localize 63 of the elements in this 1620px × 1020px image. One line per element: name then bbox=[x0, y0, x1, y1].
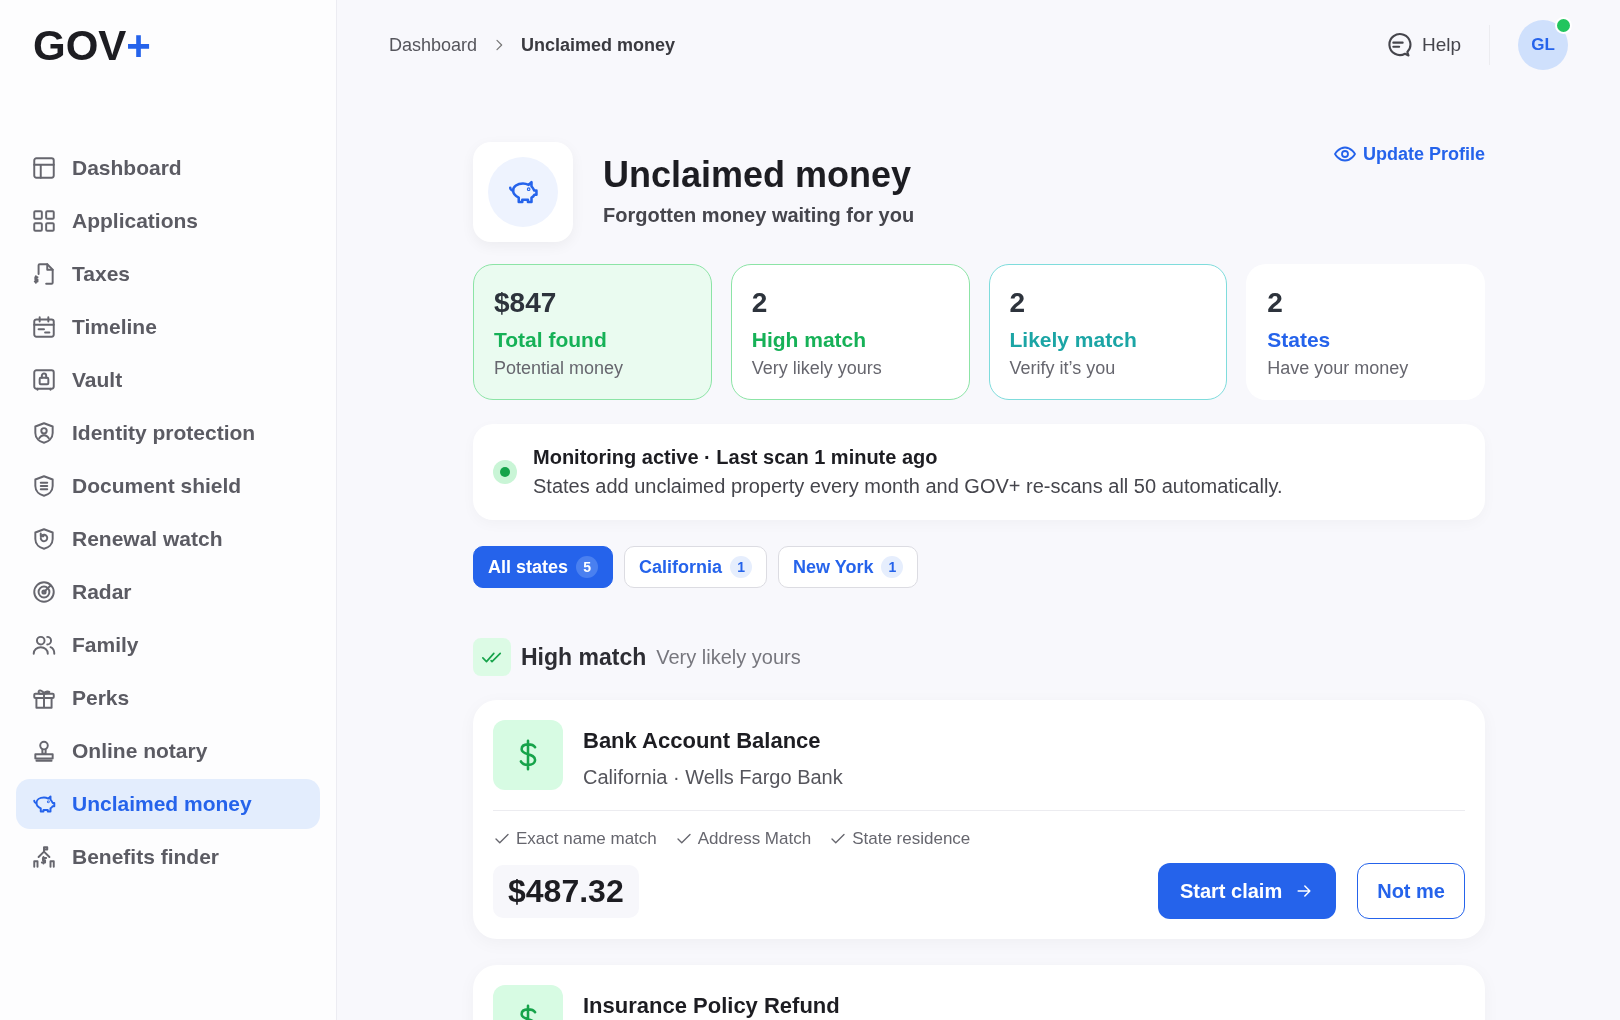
match-criterion: Address Match bbox=[697, 829, 812, 849]
double-check-icon bbox=[473, 638, 511, 676]
stat-value: 2 bbox=[1267, 287, 1284, 319]
section-title: High match bbox=[521, 643, 647, 671]
shield-user-icon bbox=[31, 420, 57, 446]
claim-amount: $487.32 bbox=[493, 864, 639, 918]
sidebar-item[interactable]: Perks bbox=[16, 673, 320, 723]
stat-caption: Very likely yours bbox=[751, 358, 883, 379]
start-claim-button[interactable]: Start claim bbox=[1157, 863, 1337, 919]
document-dollar-icon bbox=[31, 261, 57, 287]
match-criterion: State residence bbox=[852, 829, 971, 849]
stamp-icon bbox=[31, 738, 57, 764]
count-badge: 1 bbox=[730, 556, 753, 578]
grid-icon bbox=[31, 208, 57, 234]
shield-lines-icon bbox=[31, 473, 57, 499]
match-criterion: Exact name match bbox=[516, 829, 657, 849]
page-title: Unclaimed money bbox=[603, 154, 913, 196]
logo: GOV+ bbox=[33, 22, 151, 70]
sidebar-item[interactable]: Vault bbox=[16, 355, 320, 405]
page-subtitle: Forgotten money waiting for you bbox=[603, 204, 915, 227]
stat-label: Total found bbox=[494, 328, 608, 352]
stat-caption: Have your money bbox=[1267, 358, 1410, 379]
sidebar-item[interactable]: Taxes bbox=[16, 249, 320, 299]
sidebar-item[interactable]: Dashboard bbox=[16, 143, 320, 193]
help-button[interactable]: Help bbox=[1383, 31, 1461, 59]
sidebar-item[interactable]: Benefits finder bbox=[16, 832, 320, 882]
sidebar-item[interactable]: Identity protection bbox=[16, 408, 320, 458]
stat-caption: Verify it’s you bbox=[1009, 358, 1117, 379]
breadcrumb-link[interactable]: Dashboard bbox=[389, 34, 478, 56]
claim-meta: California · Wells Fargo Bank bbox=[583, 766, 843, 789]
calendar-icon bbox=[31, 314, 57, 340]
stat-value: $847 bbox=[494, 287, 558, 319]
section-caption: Very likely yours bbox=[656, 645, 801, 669]
sidebar-item[interactable]: Radar bbox=[16, 567, 320, 617]
sidebar-item[interactable]: Applications bbox=[16, 196, 320, 246]
stat-caption: Potential money bbox=[494, 358, 625, 379]
sidebar-item[interactable]: Timeline bbox=[16, 302, 320, 352]
filter-chip[interactable]: New York 1 bbox=[778, 546, 919, 588]
monitor-title: Monitoring active · Last scan 1 minute ago bbox=[533, 446, 939, 469]
layout-icon bbox=[31, 155, 57, 181]
claim-title: Bank Account Balance bbox=[583, 728, 822, 754]
sidebar-item[interactable]: Family bbox=[16, 620, 320, 670]
stat-value: 2 bbox=[751, 287, 769, 319]
stat-label: Likely match bbox=[1009, 328, 1138, 352]
claim-title: Insurance Policy Refund bbox=[583, 993, 840, 1019]
sidebar-item[interactable]: Document shield bbox=[16, 461, 320, 511]
radar-icon bbox=[31, 579, 57, 605]
sidebar-item[interactable]: Renewal watch bbox=[16, 514, 320, 564]
count-badge: 5 bbox=[576, 556, 599, 578]
update-profile-link[interactable]: Update Profile bbox=[1332, 142, 1485, 166]
sidebar-item[interactable]: Unclaimed money bbox=[16, 779, 320, 829]
sidebar-item[interactable]: Online notary bbox=[16, 726, 320, 776]
stat-value: 2 bbox=[1009, 287, 1027, 319]
shield-refresh-icon bbox=[31, 526, 57, 552]
monitor-text: States add unclaimed property every month and GOV+ re-scans all 50 automatically. bbox=[533, 475, 1283, 498]
filter-chip[interactable]: All states 5 bbox=[473, 546, 614, 588]
building-dollar-icon bbox=[31, 844, 57, 870]
not-me-button[interactable]: Not me bbox=[1357, 863, 1465, 919]
stat-label: States bbox=[1267, 328, 1332, 352]
filter-chip[interactable]: California 1 bbox=[624, 546, 768, 588]
count-badge: 1 bbox=[881, 556, 904, 578]
safe-icon bbox=[31, 367, 57, 393]
stat-label: High match bbox=[751, 328, 868, 352]
